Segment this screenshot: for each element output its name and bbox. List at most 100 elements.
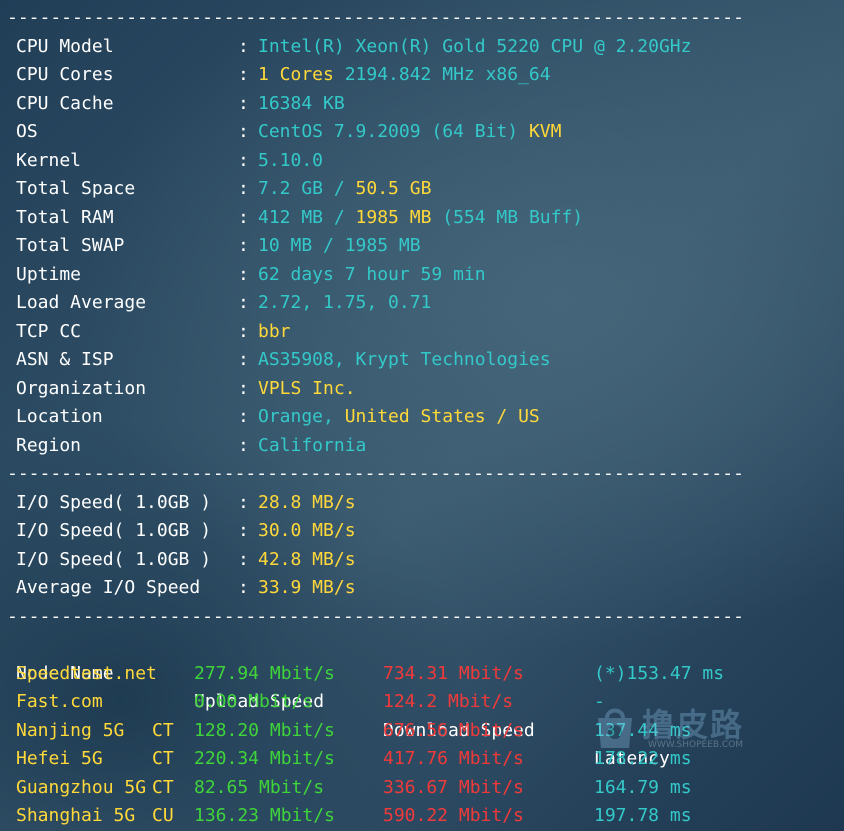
speedtest-row: Guangzhou 5G CT 82.65 Mbit/s 336.67 Mbit/s 1…	[7, 774, 844, 803]
separator-line: ----------------------------------------…	[7, 7, 742, 28]
download-speed: 417.76 Mbit/s	[383, 748, 524, 769]
speedtest-row: Nanjing 5G CT 128.20 Mbit/s 676.56 Mbit/s 13…	[7, 717, 844, 746]
info-row: Kernel:5.10.0	[7, 147, 844, 176]
speedtest-row: Fast.com 0.00 Mbit/s 124.2 Mbit/s -	[7, 688, 844, 717]
info-label: Kernel	[16, 149, 82, 171]
io-value: 33.9 MB/s	[258, 577, 356, 598]
node-name: Fast.com	[16, 691, 103, 712]
info-value-part: 7.2 GB /	[258, 178, 356, 199]
info-label: Total Space	[16, 178, 136, 199]
latency: 164.79 ms	[594, 776, 692, 798]
info-value-part: AS35908, Krypt Technologies	[258, 349, 551, 370]
info-row: Location: Orange, United States / US	[7, 403, 844, 432]
upload-speed: 277.94 Mbit/s	[194, 662, 335, 684]
info-label: Location	[16, 406, 103, 427]
info-row: ASN & ISP: AS35908, Krypt Technologies	[7, 346, 844, 375]
info-value: 10 MB / 1985 MB	[258, 232, 421, 261]
info-colon: :	[238, 206, 249, 228]
info-value-part: 412 MB /	[258, 206, 356, 228]
node-isp: CT	[152, 776, 174, 798]
info-colon: :	[238, 434, 249, 456]
latency: -	[594, 691, 605, 712]
info-colon: :	[238, 121, 249, 142]
info-colon: :	[238, 178, 249, 199]
info-colon: :	[238, 92, 249, 114]
upload-speed: 220.34 Mbit/s	[194, 748, 335, 769]
info-value-part: 2194.842 MHz x86_64	[333, 64, 551, 85]
node-name: Shanghai 5G	[16, 805, 136, 826]
info-value-part: 1 Cores	[258, 64, 334, 85]
separator-line: ----------------------------------------…	[7, 605, 742, 627]
io-colon: :	[238, 491, 249, 513]
io-colon: :	[238, 548, 249, 570]
io-value: 42.8 MB/s	[258, 548, 356, 570]
speedtest-header-row: Node Name Upload Speed Download Speed La…	[7, 631, 844, 770]
info-colon: :	[238, 263, 249, 285]
info-label: Total SWAP	[16, 235, 125, 256]
download-speed: 590.22 Mbit/s	[383, 805, 524, 826]
io-value: 30.0 MB/s	[258, 520, 356, 541]
terminal-output: ----------------------------------------…	[7, 4, 844, 831]
info-label: TCP CC	[16, 320, 82, 342]
speedtest-section: Node Name Upload Speed Download Speed La…	[7, 631, 844, 831]
upload-speed: 136.23 Mbit/s	[194, 805, 335, 826]
speedtest-row: Hefei 5G CT 220.34 Mbit/s 417.76 Mbit/s 178.…	[7, 745, 844, 774]
node-isp: CT	[152, 748, 174, 769]
info-value-part: (554 MB Buff)	[431, 206, 584, 228]
info-row: Region: California	[7, 432, 844, 461]
io-row: I/O Speed( 1.0GB ):42.8 MB/s	[7, 546, 844, 575]
info-value-part: 10 MB / 1985 MB	[258, 235, 421, 256]
info-row: CPU Cores:1 Cores 2194.842 MHz x86_64	[7, 61, 844, 90]
info-row: Organization: VPLS Inc.	[7, 375, 844, 404]
info-value-part: 50.5 GB	[355, 178, 432, 199]
io-label: I/O Speed( 1.0GB )	[16, 491, 212, 513]
node-name: Speedtest.net	[16, 662, 157, 684]
info-colon: :	[238, 406, 249, 427]
info-value: 1 Cores 2194.842 MHz x86_64	[258, 61, 551, 90]
node-name: Guangzhou 5G	[16, 776, 147, 798]
io-row: Average I/O Speed:33.9 MB/s	[7, 574, 844, 603]
node-isp: CT	[152, 719, 174, 741]
node-name: Nanjing 5G	[16, 719, 125, 741]
info-value-part: Orange,	[258, 406, 345, 427]
io-label: Average I/O Speed	[16, 577, 201, 598]
io-speed-section: I/O Speed( 1.0GB ):28.8 MB/s I/O Speed( 1…	[7, 489, 844, 603]
info-value: 2.72, 1.75, 0.71	[258, 289, 431, 318]
separator-line: ----------------------------------------…	[7, 463, 742, 484]
info-colon: :	[238, 292, 249, 313]
info-label: CPU Cache	[16, 92, 114, 114]
info-row: TCP CC: bbr	[7, 318, 844, 347]
info-colon: :	[238, 235, 249, 256]
download-speed: 734.31 Mbit/s	[383, 662, 524, 684]
info-value-part: 5.10.0	[258, 149, 324, 171]
latency: 137.44 ms	[594, 719, 692, 741]
upload-speed: 82.65 Mbit/s	[194, 776, 325, 798]
info-colon: :	[238, 64, 249, 85]
info-value: 7.2 GB / 50.5 GB	[258, 175, 431, 204]
info-value-part: 1985 MB	[355, 206, 432, 228]
info-value: Intel(R) Xeon(R) Gold 5220 CPU @ 2.20GHz	[258, 33, 691, 62]
io-value: 28.8 MB/s	[258, 491, 356, 513]
info-colon: :	[238, 377, 249, 399]
info-value: 412 MB / 1985 MB (554 MB Buff)	[258, 204, 583, 233]
system-info-section: CPU Model: Intel(R) Xeon(R) Gold 5220 CPU…	[7, 33, 844, 461]
speedtest-row: Shanghai 5G CU 136.23 Mbit/s 590.22 Mbit/s 1…	[7, 802, 844, 831]
info-value-part: VPLS Inc.	[258, 377, 356, 399]
info-value-part: bbr	[258, 320, 291, 342]
download-speed: 124.2 Mbit/s	[383, 691, 514, 712]
io-colon: :	[238, 520, 249, 541]
info-value: California	[258, 432, 366, 461]
node-isp: CU	[152, 805, 174, 826]
info-label: Region	[16, 434, 82, 456]
info-value: 16384 KB	[258, 90, 345, 119]
info-label: Organization	[16, 377, 147, 399]
latency: 197.78 ms	[594, 805, 692, 826]
info-value-part: 2.72, 1.75, 0.71	[258, 292, 432, 313]
info-value-part: CentOS 7.9.2009 (64 Bit)	[258, 121, 529, 142]
node-name: Hefei 5G	[16, 748, 103, 769]
info-colon: :	[238, 320, 249, 342]
info-row: Total RAM:412 MB / 1985 MB (554 MB Buff)	[7, 204, 844, 233]
info-label: Uptime	[16, 263, 82, 285]
info-label: OS	[16, 121, 38, 142]
info-value-part: 62 days 7 hour 59 min	[258, 263, 486, 285]
